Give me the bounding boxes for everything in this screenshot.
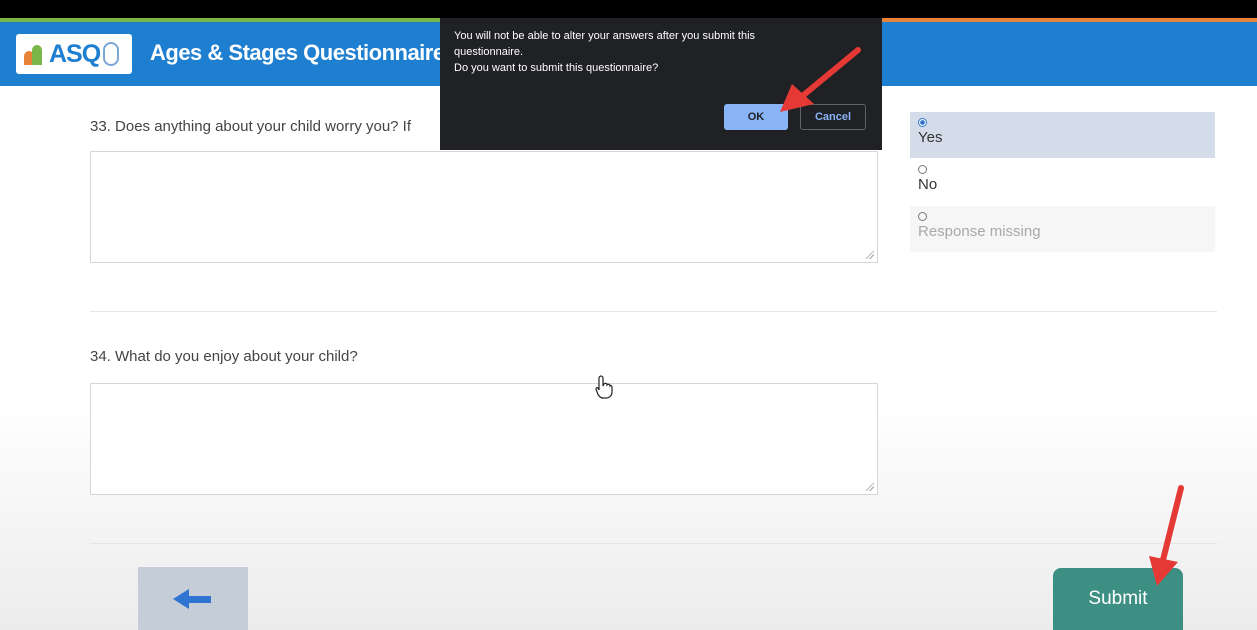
radio-yes-label: Yes [918, 129, 943, 146]
dialog-question: Do you want to submit this questionnaire… [454, 62, 659, 74]
app-title: Ages & Stages Questionnaires® [150, 40, 464, 66]
dialog-message: You will not be able to alter your answe… [454, 30, 756, 58]
radio-checked-icon[interactable] [918, 118, 927, 127]
logo-child-icon [103, 42, 120, 66]
question-34-label: 34. What do you enjoy about your child? [90, 348, 358, 365]
section-divider [90, 311, 1217, 312]
radio-unchecked-icon[interactable] [918, 165, 927, 174]
app-title-text: Ages & Stages Questionnaires [150, 40, 457, 65]
radio-option-yes[interactable]: Yes [910, 112, 1215, 158]
resize-grip-icon[interactable] [866, 483, 874, 491]
question-33-label: 33. Does anything about your child worry… [90, 118, 412, 135]
family-icon [24, 43, 46, 65]
arrow-left-icon [173, 588, 213, 609]
submit-confirm-dialog: You will not be able to alter your answe… [440, 18, 882, 150]
dialog-ok-button[interactable]: OK [724, 104, 788, 130]
radio-missing-label: Response missing [918, 223, 1041, 240]
resize-grip-icon[interactable] [866, 251, 874, 259]
hand-pointer-icon [595, 375, 613, 399]
section-divider [90, 543, 1217, 544]
radio-option-no[interactable]: No [910, 159, 1215, 205]
top-black-bar [0, 0, 1257, 18]
question-33-textarea[interactable] [90, 151, 878, 263]
question-34-textarea[interactable] [90, 383, 878, 495]
radio-unchecked-icon[interactable] [918, 212, 927, 221]
asq-logo[interactable]: ASQ [16, 34, 132, 74]
logo-text: ASQ [49, 39, 101, 68]
dialog-cancel-button[interactable]: Cancel [800, 104, 866, 130]
radio-option-response-missing[interactable]: Response missing [910, 206, 1215, 252]
submit-button[interactable]: Submit [1053, 568, 1183, 630]
radio-no-label: No [918, 176, 938, 193]
back-button[interactable] [138, 567, 248, 630]
